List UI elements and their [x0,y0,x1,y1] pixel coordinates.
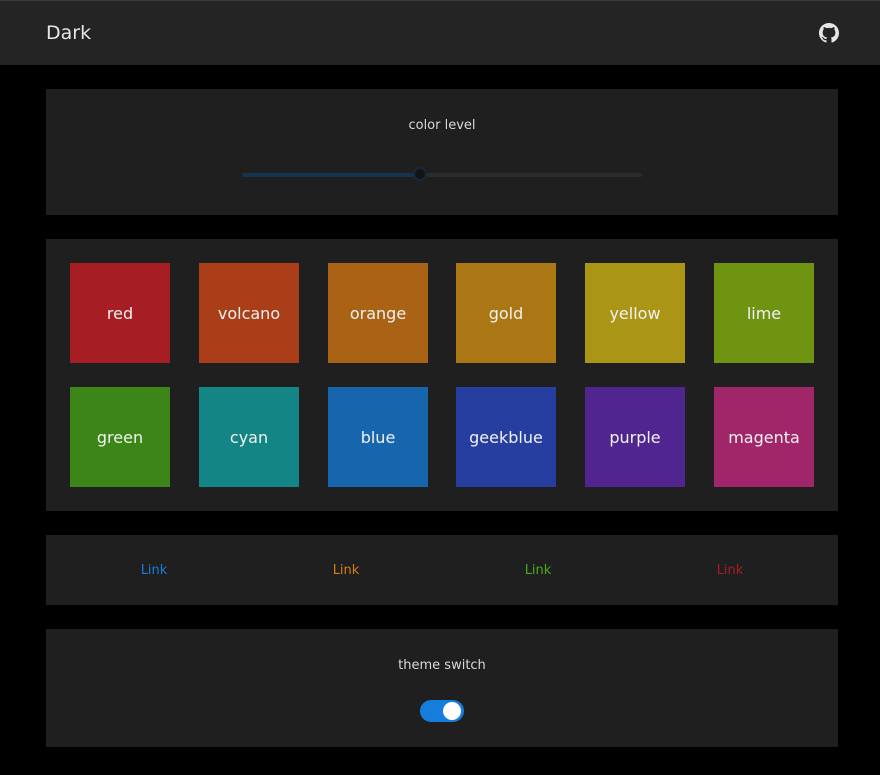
color-level-slider[interactable] [242,167,642,181]
color-swatch-yellow[interactable]: yellow [585,263,685,363]
color-swatch-geekblue[interactable]: geekblue [456,387,556,487]
color-swatch-blue[interactable]: blue [328,387,428,487]
theme-switch-card: theme switch [46,629,838,747]
color-swatch-magenta[interactable]: magenta [714,387,814,487]
color-level-card: color level [46,89,838,215]
color-swatch-purple[interactable]: purple [585,387,685,487]
links-card: Link Link Link Link [46,535,838,605]
theme-switch-toggle[interactable] [420,700,464,722]
color-swatch-orange[interactable]: orange [328,263,428,363]
color-swatch-volcano[interactable]: volcano [199,263,299,363]
color-swatch-gold[interactable]: gold [456,263,556,363]
color-level-label: color level [408,118,476,133]
slider-handle[interactable] [413,167,427,181]
app-header: Dark [0,0,880,65]
link-3[interactable]: Link [498,563,578,578]
link-1[interactable]: Link [114,563,194,578]
color-swatch-red[interactable]: red [70,263,170,363]
link-2[interactable]: Link [306,563,386,578]
slider-track-fill [242,173,420,177]
theme-switch-label: theme switch [398,658,486,673]
link-4[interactable]: Link [690,563,770,578]
page-title: Dark [46,22,92,44]
switch-knob [443,702,461,720]
color-swatch-lime[interactable]: lime [714,263,814,363]
github-icon[interactable] [819,23,839,43]
color-swatch-cyan[interactable]: cyan [199,387,299,487]
color-swatches-card: red volcano orange gold yellow lime green cyan b… [46,239,838,511]
color-swatch-green[interactable]: green [70,387,170,487]
